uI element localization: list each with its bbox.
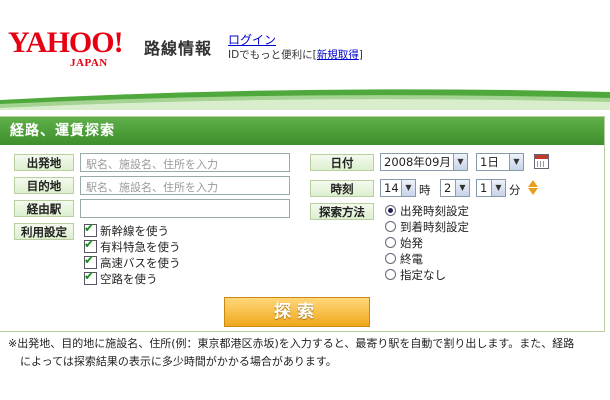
checkbox[interactable]: ✔ [84, 221, 97, 237]
chevron-down-icon: ▼ [509, 154, 523, 170]
spinner-up-icon[interactable] [527, 180, 538, 187]
radio-button[interactable] [385, 205, 396, 216]
notice-text: ※出発地、目的地に施設名、住所(例：東京都港区赤坂)を入力すると、最寄り駅を自動… [8, 335, 604, 371]
method-arrival-time[interactable]: 到着時刻設定 [385, 219, 469, 235]
via-input[interactable] [80, 199, 290, 218]
calendar-icon[interactable] [534, 154, 549, 169]
chevron-down-icon: ▼ [401, 180, 415, 196]
minute-ones-select[interactable]: 1 ▼ [476, 179, 506, 197]
options-label: 利用設定 [14, 223, 74, 240]
destination-input[interactable]: 駅名、施設名、住所を入力 [80, 176, 290, 195]
minute-tens-select[interactable]: 2 ▼ [440, 179, 470, 197]
id-promo-text: IDでもっと便利に[ [228, 49, 317, 61]
option-highway-bus[interactable]: ✔ 高速バスを使う [84, 253, 181, 271]
radio-button[interactable] [385, 269, 396, 280]
destination-label: 目的地 [14, 177, 74, 194]
option-label: 空路を使う [100, 272, 158, 286]
radio-button[interactable] [385, 237, 396, 248]
register-link[interactable]: 新規取得 [317, 49, 359, 61]
id-promo-end: ] [358, 49, 363, 61]
section-title: 経路、運賃探索 [0, 117, 604, 145]
radio-button[interactable] [385, 253, 396, 264]
radio-button[interactable] [385, 221, 396, 232]
service-title: 路線情報 [144, 39, 213, 58]
method-unspecified[interactable]: 指定なし [385, 267, 446, 283]
method-first-train[interactable]: 始発 [385, 235, 423, 251]
notice-line-1: ※出発地、目的地に施設名、住所(例：東京都港区赤坂)を入力すると、最寄り駅を自動… [8, 337, 575, 350]
yahoo-japan-logo[interactable]: YAHOO! JAPAN [8, 26, 134, 70]
checkbox[interactable]: ✔ [84, 269, 97, 285]
radio-label: 終電 [400, 252, 423, 266]
option-label: 有料特急を使う [100, 240, 181, 254]
option-label: 新幹線を使う [100, 224, 169, 238]
day-select[interactable]: 1日 ▼ [476, 153, 524, 171]
decorative-green-band [0, 89, 610, 110]
minute-tens-value: 2 [444, 181, 452, 195]
radio-label: 指定なし [400, 268, 446, 282]
radio-label: 出発時刻設定 [400, 204, 469, 218]
hour-value: 14 [384, 181, 399, 195]
month-value: 2008年09月 [384, 155, 451, 169]
hour-select[interactable]: 14 ▼ [380, 179, 416, 197]
search-method-label: 探索方法 [310, 203, 374, 220]
spinner-arrows-icon[interactable] [526, 179, 539, 199]
departure-label: 出発地 [14, 154, 74, 171]
month-select[interactable]: 2008年09月 ▼ [380, 153, 468, 171]
checkbox[interactable]: ✔ [84, 253, 97, 269]
minute-ones-value: 1 [480, 181, 488, 195]
departure-input[interactable]: 駅名、施設名、住所を入力 [80, 153, 290, 172]
day-value: 1日 [480, 155, 499, 169]
search-button[interactable]: 探索 [224, 297, 370, 327]
option-shinkansen[interactable]: ✔ 新幹線を使う [84, 221, 169, 239]
via-label: 経由駅 [14, 200, 74, 217]
id-promo-line: IDでもっと便利に[新規取得] [228, 47, 363, 62]
date-label: 日付 [310, 154, 374, 171]
chevron-down-icon: ▼ [453, 154, 467, 170]
logo-sub: JAPAN [70, 57, 108, 69]
method-last-train[interactable]: 終電 [385, 251, 423, 267]
spinner-down-icon[interactable] [527, 188, 538, 195]
login-link[interactable]: ログイン [228, 31, 276, 48]
option-label: 高速バスを使う [100, 256, 181, 270]
option-air[interactable]: ✔ 空路を使う [84, 269, 158, 287]
chevron-down-icon: ▼ [455, 180, 469, 196]
chevron-down-icon: ▼ [491, 180, 505, 196]
radio-label: 到着時刻設定 [400, 220, 469, 234]
notice-line-2: によっては探索結果の表示に多少時間がかかる場合があります。 [20, 355, 337, 368]
radio-label: 始発 [400, 236, 423, 250]
time-label: 時刻 [310, 180, 374, 197]
hour-unit: 時 [419, 183, 431, 197]
minute-unit: 分 [509, 183, 521, 197]
method-departure-time[interactable]: 出発時刻設定 [385, 203, 469, 219]
checkbox[interactable]: ✔ [84, 237, 97, 253]
option-limited-express[interactable]: ✔ 有料特急を使う [84, 237, 181, 255]
logo-word: YAHOO! [8, 26, 124, 59]
